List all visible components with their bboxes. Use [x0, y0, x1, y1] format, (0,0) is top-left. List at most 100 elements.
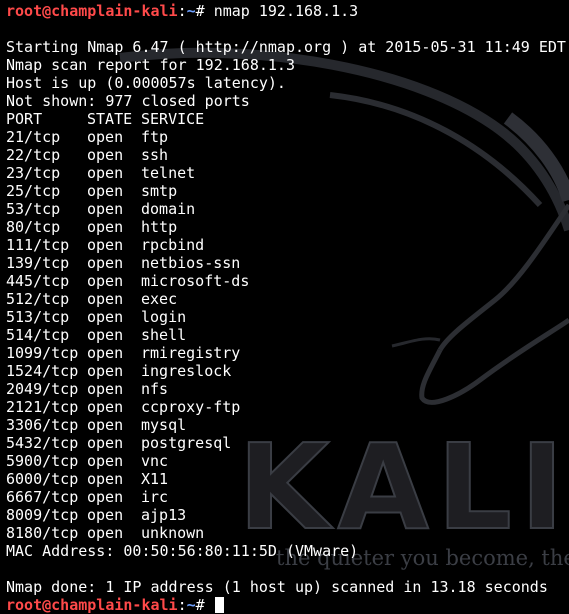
port-number: 8009/tcp [6, 506, 79, 524]
nmap-start-line: Starting Nmap 6.47 ( http://nmap.org ) a… [6, 38, 566, 56]
port-state: open [87, 398, 124, 416]
port-number: 3306/tcp [6, 416, 79, 434]
port-row: 111/tcp open rpcbind [6, 236, 569, 254]
port-number: 512/tcp [6, 290, 70, 308]
port-state: open [87, 290, 124, 308]
port-number: 22/tcp [6, 146, 61, 164]
port-row: 512/tcp open exec [6, 290, 569, 308]
command-text: nmap 192.168.1.3 [213, 2, 359, 20]
text-cursor[interactable] [214, 597, 224, 613]
port-state: open [87, 344, 124, 362]
port-number: 139/tcp [6, 254, 70, 272]
port-state: open [87, 146, 124, 164]
port-state: open [87, 362, 124, 380]
prompt-user-host: root@champlain-kali [6, 2, 178, 20]
port-number: 1524/tcp [6, 362, 79, 380]
port-service: nfs [141, 380, 169, 398]
port-row: 6667/tcp open irc [6, 488, 569, 506]
terminal-window[interactable]: KALI L the quieter you become, the mo ro… [0, 0, 569, 614]
port-number: 5432/tcp [6, 434, 79, 452]
port-state: open [87, 182, 124, 200]
port-service: unknown [141, 524, 205, 542]
port-number: 6667/tcp [6, 488, 79, 506]
port-state: open [87, 254, 124, 272]
port-service: domain [141, 200, 196, 218]
port-service: shell [141, 326, 187, 344]
port-state: open [87, 380, 124, 398]
port-row: 1099/tcp open rmiregistry [6, 344, 569, 362]
port-row: 3306/tcp open mysql [6, 416, 569, 434]
port-service: ccproxy-ftp [141, 398, 241, 416]
port-row: 6000/tcp open X11 [6, 470, 569, 488]
port-row: 23/tcp open telnet [6, 164, 569, 182]
port-state: open [87, 470, 124, 488]
port-state: open [87, 308, 124, 326]
port-number: 111/tcp [6, 236, 70, 254]
port-number: 5900/tcp [6, 452, 79, 470]
port-state: open [87, 416, 124, 434]
port-service: rmiregistry [141, 344, 241, 362]
nmap-done-line: Nmap done: 1 IP address (1 host up) scan… [6, 578, 548, 596]
prompt-symbol: # [195, 2, 214, 20]
port-state: open [87, 128, 124, 146]
port-row: 514/tcp open shell [6, 326, 569, 344]
not-shown-line: Not shown: 977 closed ports [6, 92, 250, 110]
port-state: open [87, 524, 124, 542]
port-service: microsoft-ds [141, 272, 250, 290]
port-service: irc [141, 488, 169, 506]
port-number: 2049/tcp [6, 380, 79, 398]
port-row: 139/tcp open netbios-ssn [6, 254, 569, 272]
port-state: open [87, 452, 124, 470]
port-row: 5900/tcp open vnc [6, 452, 569, 470]
port-state: open [87, 326, 124, 344]
port-row: 2121/tcp open ccproxy-ftp [6, 398, 569, 416]
port-state: open [87, 506, 124, 524]
port-row: 80/tcp open http [6, 218, 569, 236]
port-number: 21/tcp [6, 128, 61, 146]
port-service: telnet [141, 164, 196, 182]
port-state: open [87, 164, 124, 182]
port-number: 80/tcp [6, 218, 61, 236]
port-service: ftp [141, 128, 169, 146]
port-row: 53/tcp open domain [6, 200, 569, 218]
terminal-output: root@champlain-kali:~# nmap 192.168.1.3 … [6, 2, 569, 614]
prompt-path: ~ [186, 2, 196, 20]
port-row: 21/tcp open ftp [6, 128, 569, 146]
port-number: 513/tcp [6, 308, 70, 326]
port-service: ssh [141, 146, 169, 164]
prompt-user-host: root@champlain-kali [6, 596, 178, 614]
prompt-symbol: # [195, 596, 214, 614]
prompt-separator: : [177, 2, 187, 20]
port-service: login [141, 308, 187, 326]
port-table-header: PORT STATE SERVICE [6, 110, 569, 128]
port-service: rpcbind [141, 236, 205, 254]
prompt-path: ~ [186, 596, 196, 614]
port-row: 1524/tcp open ingreslock [6, 362, 569, 380]
port-state: open [87, 434, 124, 452]
port-number: 23/tcp [6, 164, 61, 182]
port-state: open [87, 200, 124, 218]
active-prompt-line[interactable]: root@champlain-kali:~# [6, 596, 569, 614]
header-service: SERVICE [141, 110, 205, 128]
port-number: 8180/tcp [6, 524, 79, 542]
port-table: 21/tcp open ftp 22/tcp open ssh 23/tcp open teln… [6, 128, 569, 542]
port-row: 22/tcp open ssh [6, 146, 569, 164]
port-row: 513/tcp open login [6, 308, 569, 326]
port-row: 445/tcp open microsoft-ds [6, 272, 569, 290]
port-service: ajp13 [141, 506, 187, 524]
port-row: 2049/tcp open nfs [6, 380, 569, 398]
port-row: 8180/tcp open unknown [6, 524, 569, 542]
port-row: 25/tcp open smtp [6, 182, 569, 200]
header-port: PORT [6, 110, 43, 128]
port-number: 1099/tcp [6, 344, 79, 362]
port-state: open [87, 236, 124, 254]
port-service: postgresql [141, 434, 232, 452]
host-status-line: Host is up (0.000057s latency). [6, 74, 286, 92]
port-number: 445/tcp [6, 272, 70, 290]
port-number: 53/tcp [6, 200, 61, 218]
port-service: smtp [141, 182, 178, 200]
port-service: http [141, 218, 178, 236]
prompt-separator: : [177, 596, 187, 614]
